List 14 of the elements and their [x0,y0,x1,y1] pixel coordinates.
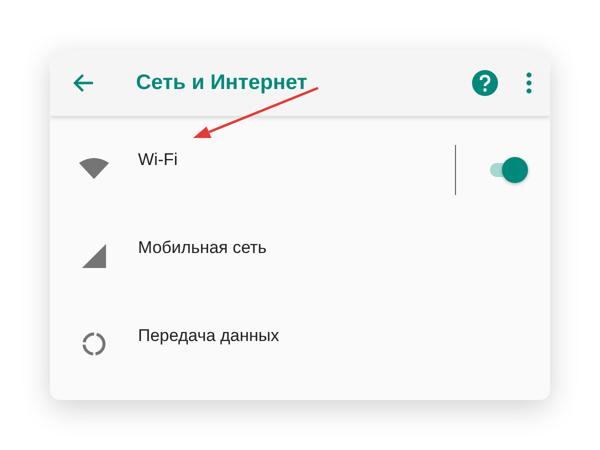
back-icon[interactable] [72,73,94,93]
settings-item[interactable]: Передача данных [50,292,550,380]
toggle-switch[interactable] [490,157,528,183]
item-label: Передача данных [138,326,280,346]
data-usage-icon [81,331,107,357]
help-icon[interactable] [472,70,498,96]
settings-item[interactable]: Wi-Fi [50,116,550,204]
wifi-icon [79,157,109,179]
more-menu-icon[interactable] [526,72,532,94]
item-label: Wi-Fi [138,150,179,170]
signal-icon [82,244,106,268]
settings-item[interactable]: Мобильная сеть [50,204,550,292]
item-label: Мобильная сеть [138,238,268,258]
screen-title: Сеть и Интернет [136,71,308,95]
